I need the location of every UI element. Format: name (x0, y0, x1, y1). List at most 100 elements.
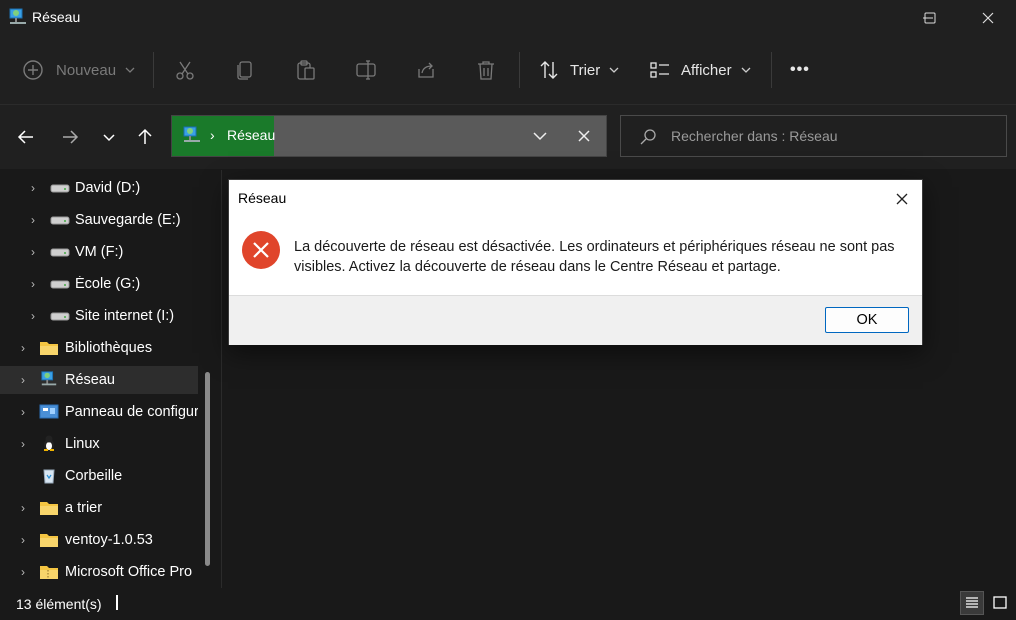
address-dropdown-button[interactable] (532, 128, 548, 149)
chevron-right-icon[interactable]: › (21, 405, 25, 419)
chevron-right-icon[interactable]: › (21, 437, 25, 451)
recent-locations-button[interactable] (95, 123, 123, 151)
sidebar-item-label: Site internet (I:) (75, 308, 175, 324)
dialog-content: Réseau La découverte de réseau est désac… (229, 180, 922, 295)
chevron-down-icon (103, 134, 115, 142)
up-button[interactable] (131, 123, 159, 151)
view-button[interactable]: Afficher (649, 52, 752, 88)
view-layout-icon (650, 62, 669, 78)
share-icon (418, 62, 434, 78)
chevron-right-icon[interactable]: › (31, 309, 35, 323)
chevron-right-icon[interactable]: › (21, 373, 25, 387)
pane-divider[interactable] (221, 170, 222, 588)
sidebar-item-drive-g[interactable]: › École (G:) (0, 270, 198, 298)
dialog-button-area: OK (229, 295, 922, 345)
sidebar-item-drive-d[interactable]: › David (D:) (0, 174, 198, 202)
sidebar-item-label: Linux (65, 436, 100, 452)
new-button[interactable]: Nouveau (22, 52, 136, 88)
sidebar-scrollbar[interactable] (205, 372, 210, 566)
more-icon: ••• (790, 61, 810, 78)
navigation-pane: › David (D:) › Sauvegarde (E:) › VM (F:)… (0, 170, 216, 588)
more-options-button[interactable]: ••• (790, 52, 810, 88)
network-icon (183, 126, 200, 142)
details-view-button[interactable] (960, 591, 984, 615)
maximize-icon (924, 12, 936, 24)
breadcrumb-chevron-icon: › (210, 127, 215, 143)
chevron-right-icon[interactable]: › (21, 533, 25, 547)
window-title: Réseau (32, 9, 81, 25)
arrow-left-icon (17, 130, 33, 144)
dialog-message: La découverte de réseau est désactivée. … (294, 239, 895, 275)
chevron-right-icon[interactable]: › (31, 245, 35, 259)
maximize-button[interactable] (902, 0, 958, 36)
paste-button[interactable] (295, 52, 317, 88)
arrow-right-icon (63, 130, 79, 144)
sidebar-item-label: Réseau (65, 372, 115, 388)
scissors-icon (176, 61, 194, 80)
sort-label: Trier (570, 61, 601, 79)
error-icon (242, 231, 280, 269)
breadcrumb-segment[interactable]: Réseau (227, 127, 275, 143)
sidebar-item-label: David (D:) (75, 180, 141, 196)
rename-button[interactable] (355, 52, 377, 88)
chevron-right-icon[interactable]: › (21, 565, 25, 579)
network-icon (9, 8, 26, 24)
sidebar-item-label: Corbeille (65, 468, 123, 484)
chevron-right-icon[interactable]: › (31, 181, 35, 195)
sidebar-item-drive-i[interactable]: › Site internet (I:) (0, 302, 198, 330)
details-view-icon (966, 597, 978, 608)
search-icon (640, 129, 656, 145)
sidebar-item-control-panel[interactable]: › Panneau de configuration (0, 398, 198, 426)
close-window-button[interactable] (960, 0, 1016, 36)
drive-icon (50, 184, 70, 193)
close-icon (982, 12, 994, 24)
network-icon (41, 371, 57, 386)
sidebar-item-label: Microsoft Office Pro (65, 564, 193, 580)
copy-button[interactable] (234, 52, 256, 88)
back-button[interactable] (12, 123, 40, 151)
arrow-up-icon (138, 128, 152, 144)
chevron-right-icon[interactable]: › (31, 213, 35, 227)
sidebar-item-linux[interactable]: › Linux (0, 430, 198, 458)
forward-button[interactable] (56, 123, 84, 151)
rename-icon (356, 60, 376, 80)
folder-icon (40, 342, 58, 355)
linux-penguin-icon (44, 435, 54, 451)
address-bar[interactable]: › Réseau (171, 115, 607, 157)
drive-icon (50, 216, 70, 225)
sidebar-item-office[interactable]: › Microsoft Office Pro (0, 558, 198, 586)
status-bar: 13 élément(s) (0, 588, 1016, 620)
sidebar-item-libraries[interactable]: › Bibliothèques (0, 334, 198, 362)
navigation-bar: › Réseau Rechercher dans : Réseau (0, 105, 1016, 169)
text-cursor (116, 595, 118, 610)
search-box[interactable]: Rechercher dans : Réseau (620, 115, 1007, 157)
sidebar-item-a-trier[interactable]: › a trier (0, 494, 198, 522)
chevron-right-icon[interactable]: › (21, 341, 25, 355)
copy-icon (237, 61, 252, 80)
toolbar-separator (519, 52, 520, 88)
clear-address-button[interactable] (576, 128, 592, 149)
sidebar-item-network[interactable]: › Réseau (0, 366, 198, 394)
dialog-title: Réseau (238, 190, 287, 206)
item-count: 13 élément(s) (16, 596, 102, 612)
toolbar-separator (153, 52, 154, 88)
cut-button[interactable] (174, 52, 196, 88)
tiles-view-button[interactable] (988, 591, 1012, 615)
close-icon (578, 130, 590, 142)
recycle-bin-icon (43, 469, 55, 484)
dialog-close-button[interactable] (888, 186, 916, 212)
sidebar-item-recycle-bin[interactable]: Corbeille (0, 462, 198, 490)
ok-button[interactable]: OK (825, 307, 909, 333)
sidebar-item-label: École (G:) (75, 276, 141, 292)
folder-zip-icon (40, 566, 58, 579)
sidebar-item-drive-f[interactable]: › VM (F:) (0, 238, 198, 266)
chevron-right-icon[interactable]: › (31, 277, 35, 291)
sidebar-item-ventoy[interactable]: › ventoy-1.0.53 (0, 526, 198, 554)
delete-button[interactable] (475, 52, 497, 88)
chevron-right-icon[interactable]: › (21, 501, 25, 515)
search-placeholder: Rechercher dans : Réseau (671, 128, 838, 144)
sort-icon (540, 61, 558, 79)
sidebar-item-drive-e[interactable]: › Sauvegarde (E:) (0, 206, 198, 234)
sort-button[interactable]: Trier (538, 52, 620, 88)
share-button[interactable] (415, 52, 437, 88)
